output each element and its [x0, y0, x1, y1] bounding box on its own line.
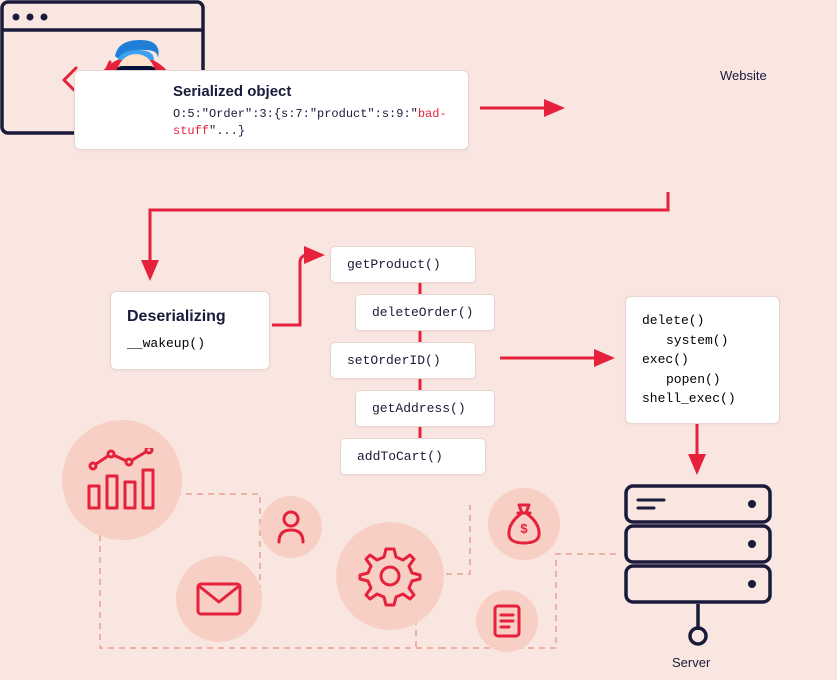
document-icon	[493, 604, 521, 638]
moneybag-icon: $	[506, 503, 542, 545]
method-deleteOrder: deleteOrder()	[355, 294, 495, 331]
method-addToCart: addToCart()	[340, 438, 486, 475]
serialized-object-code: O:5:"Order":3:{s:7:"product":s:9:"bad-st…	[173, 106, 450, 140]
danger-delete: delete()	[642, 311, 763, 331]
method-getProduct: getProduct()	[330, 246, 476, 283]
danger-functions-card: delete() system() exec() popen() shell_e…	[625, 296, 780, 424]
serialized-object-title: Serialized object	[173, 83, 450, 100]
website-label: Website	[720, 68, 767, 83]
method-setOrderID: setOrderID()	[330, 342, 476, 379]
server-label: Server	[672, 655, 710, 670]
serialized-object-card: Serialized object O:5:"Order":3:{s:7:"pr…	[74, 70, 469, 150]
danger-system: system()	[642, 331, 763, 351]
svg-text:$: $	[520, 521, 528, 536]
gear-icon	[357, 543, 423, 609]
deserializing-title: Deserializing	[127, 308, 253, 326]
server-icon	[618, 480, 778, 660]
danger-shell_exec: shell_exec()	[642, 389, 763, 409]
mail-circle	[176, 556, 262, 642]
deserializing-card: Deserializing __wakeup()	[110, 291, 270, 370]
danger-exec: exec()	[642, 350, 763, 370]
danger-popen: popen()	[642, 370, 763, 390]
user-circle	[260, 496, 322, 558]
analytics-circle	[62, 420, 182, 540]
mail-icon	[196, 582, 242, 616]
moneybag-circle: $	[488, 488, 560, 560]
deserializing-hook: __wakeup()	[127, 336, 253, 351]
method-getAddress: getAddress()	[355, 390, 495, 427]
gear-circle	[336, 522, 444, 630]
document-circle	[476, 590, 538, 652]
analytics-icon	[85, 448, 159, 512]
user-icon	[276, 510, 306, 544]
